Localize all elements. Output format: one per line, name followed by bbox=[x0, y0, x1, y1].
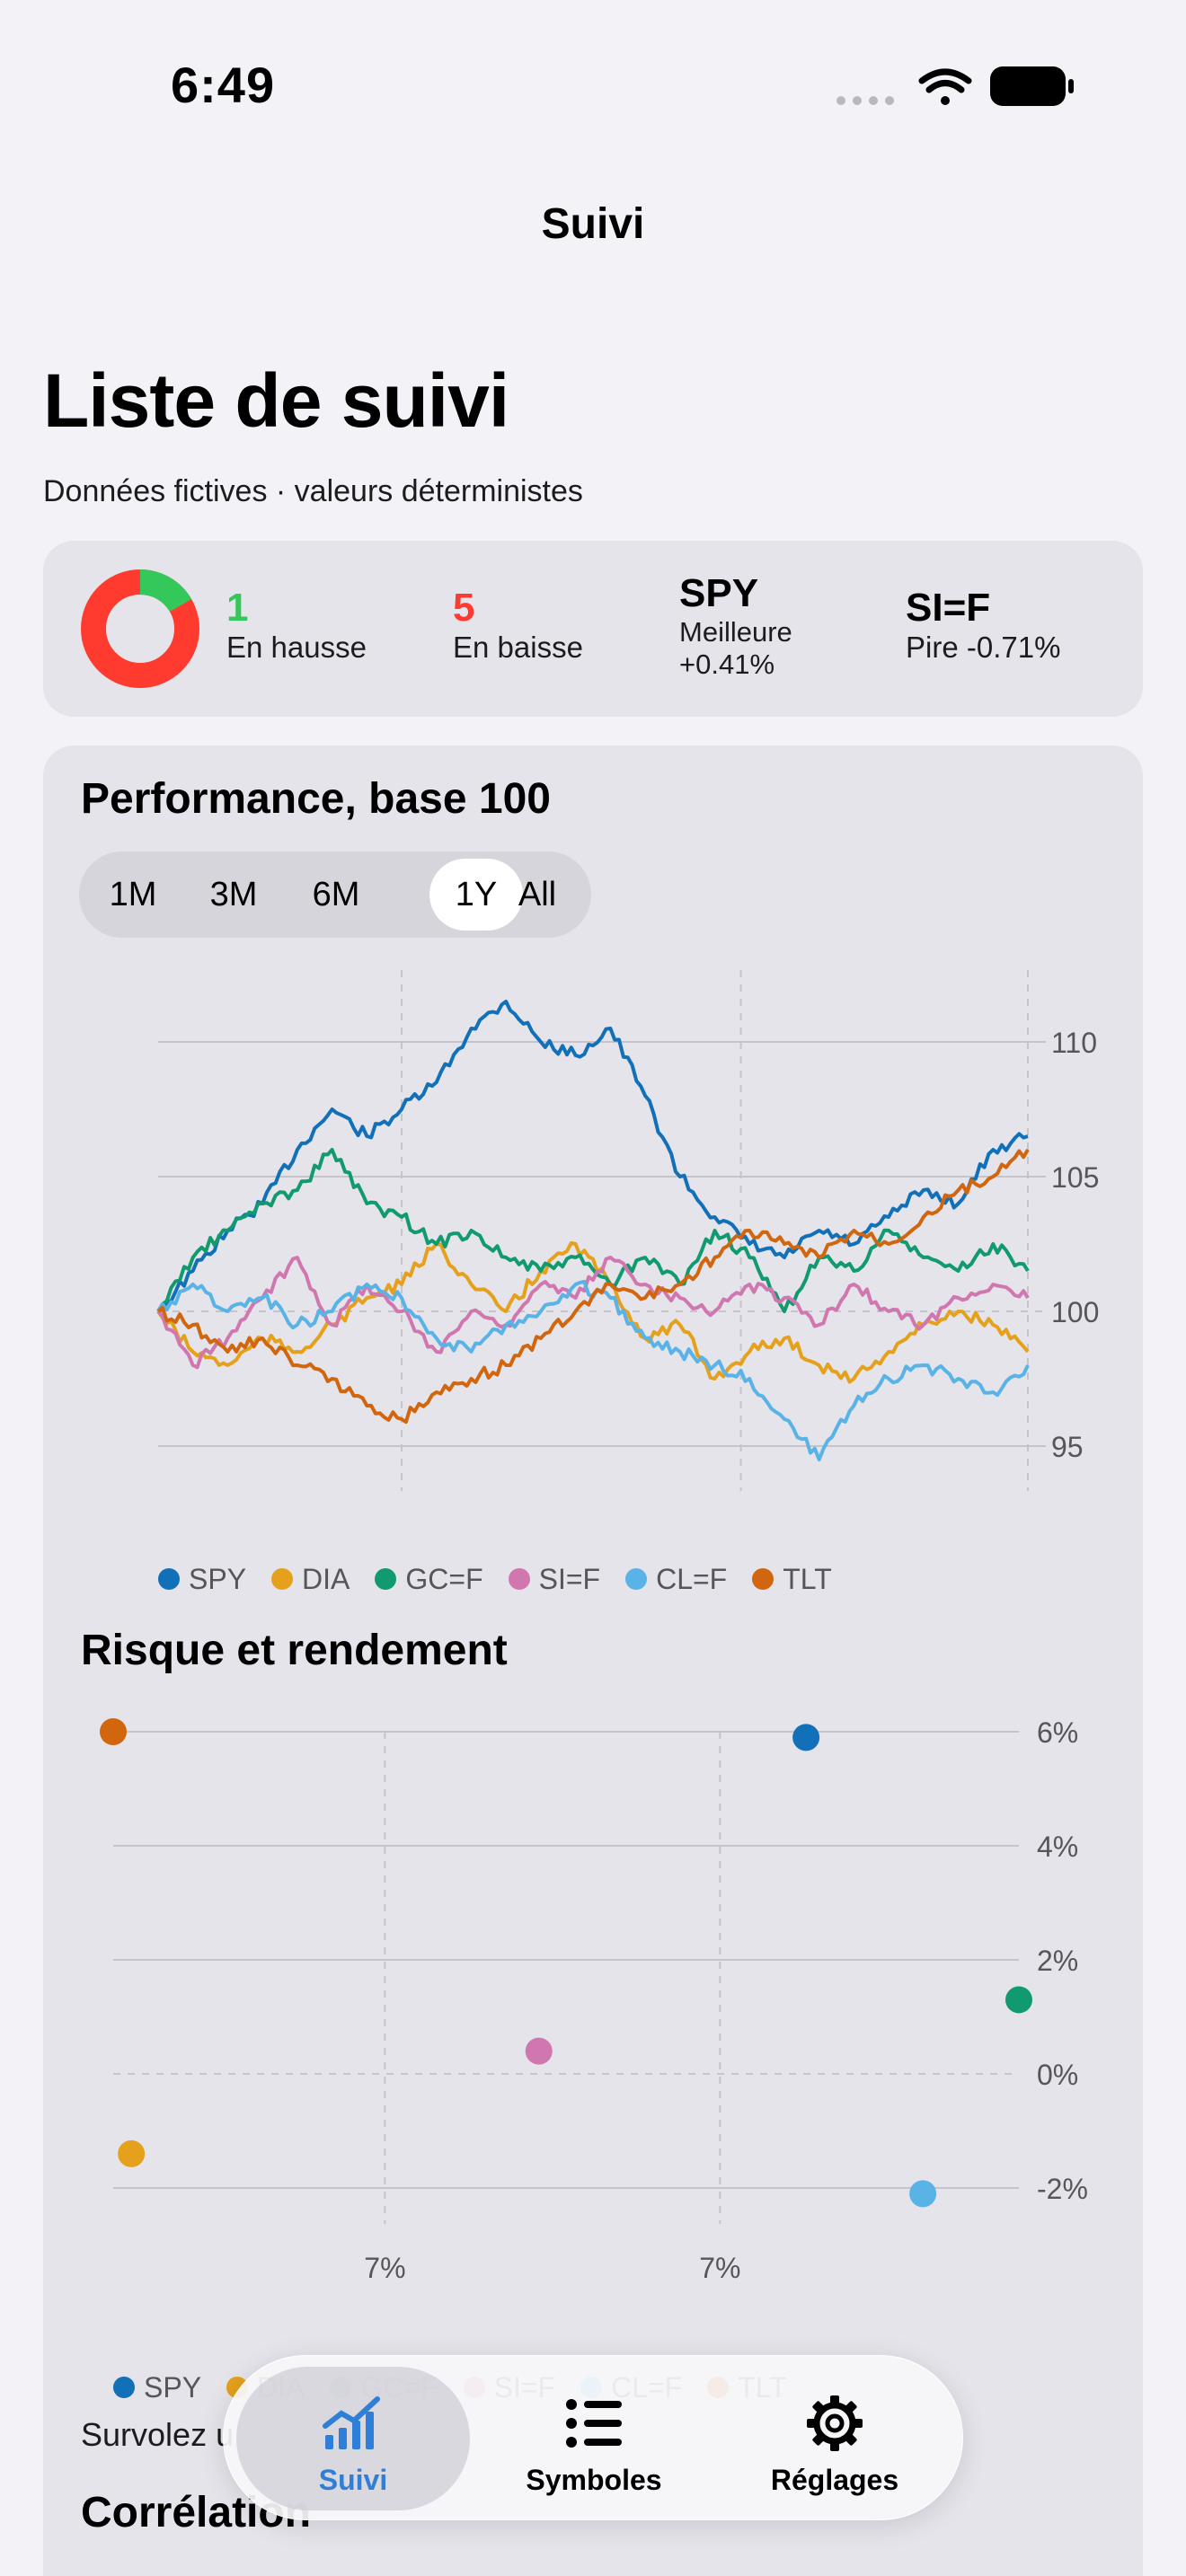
status-time: 6:49 bbox=[171, 57, 276, 113]
risk-x-tick: 7% bbox=[364, 2252, 405, 2284]
signal-icon bbox=[836, 96, 894, 105]
status-bar: 6:49 bbox=[0, 0, 1186, 171]
up-label: En hausse bbox=[226, 631, 367, 664]
risk-point-CL=F[interactable] bbox=[909, 2180, 937, 2208]
risk-point-DIA[interactable] bbox=[118, 2139, 146, 2167]
range-3m[interactable]: 3M bbox=[187, 859, 280, 931]
perf-x-tick: Jul 2026 bbox=[974, 1522, 1083, 1527]
tab-suivi-label: Suivi bbox=[318, 2464, 388, 2496]
page-subtitle: Données fictives · valeurs déterministes bbox=[43, 474, 583, 508]
legend-label: SPY bbox=[144, 2370, 202, 2404]
perf-legend-item: GC=F bbox=[375, 1562, 483, 1596]
perf-legend-item: SI=F bbox=[508, 1562, 601, 1596]
legend-swatch bbox=[508, 1568, 530, 1590]
legend-label: GC=F bbox=[405, 1562, 483, 1595]
legend-label: DIA bbox=[302, 1562, 350, 1595]
worst-label: Pire -0.71% bbox=[906, 631, 1061, 664]
perf-y-tick: 110 bbox=[1051, 1027, 1097, 1059]
chart-card: Performance, base 100 1M 3M 6M 1Y All 95… bbox=[43, 745, 1143, 2576]
performance-chart[interactable]: 95 100 105 110 Jan 2026 Apr 2026 Jul 2026 bbox=[43, 970, 1143, 1527]
legend-swatch bbox=[113, 2377, 135, 2398]
perf-legend-item: DIA bbox=[271, 1563, 350, 1596]
legend-label: SI=F bbox=[538, 1562, 601, 1595]
tab-bar: Suivi Symboles Réglages bbox=[223, 2355, 963, 2520]
range-1m[interactable]: 1M bbox=[86, 859, 180, 931]
down-count: 5 bbox=[453, 586, 475, 630]
worst-symbol: SI=F bbox=[906, 586, 991, 630]
risk-x-tick: 7% bbox=[699, 2252, 740, 2284]
stat-worst: SI=F Pire -0.71% bbox=[906, 586, 1060, 665]
performance-legend: SPY DIA GC=F SI=F CL=F TLT bbox=[158, 1561, 832, 1597]
legend-label: SPY bbox=[189, 1562, 247, 1595]
range-all[interactable]: All bbox=[491, 859, 584, 931]
list-icon bbox=[566, 2399, 622, 2448]
tab-reglages-label: Réglages bbox=[770, 2464, 899, 2496]
stat-down: 5 En baisse bbox=[453, 586, 583, 665]
range-selector: 1M 3M 6M 1Y All bbox=[79, 851, 591, 938]
up-count: 1 bbox=[226, 586, 249, 630]
perf-legend-item: SPY bbox=[158, 1563, 246, 1596]
risk-point-SI=F[interactable] bbox=[525, 2037, 553, 2065]
perf-x-tick: Jan 2026 bbox=[342, 1522, 461, 1527]
summary-card: 1 En hausse 5 En baisse SPY Meilleure +0… bbox=[43, 541, 1143, 717]
perf-legend-item: CL=F bbox=[625, 1563, 727, 1596]
tab-symboles-label: Symboles bbox=[526, 2464, 662, 2496]
down-label: En baisse bbox=[453, 631, 583, 664]
perf-x-tick: Apr 2026 bbox=[683, 1522, 800, 1527]
perf-y-tick: 100 bbox=[1051, 1296, 1099, 1328]
stat-best: SPY Meilleure +0.41% bbox=[679, 571, 792, 681]
wifi-icon bbox=[918, 68, 972, 105]
tab-reglages[interactable]: Réglages bbox=[718, 2367, 951, 2510]
risk-return-chart[interactable]: 6% 4% 2% 0% -2% 7% 7% bbox=[43, 1698, 1143, 2398]
risk-y-tick: -2% bbox=[1037, 2173, 1088, 2205]
risk-y-tick: 0% bbox=[1037, 2059, 1078, 2091]
legend-swatch bbox=[271, 1568, 294, 1590]
legend-label: CL=F bbox=[656, 1562, 728, 1595]
perf-series-GC=F bbox=[156, 1148, 1030, 1313]
perf-series-SI=F bbox=[156, 1256, 1030, 1370]
risk-point-SPY[interactable] bbox=[792, 1724, 820, 1751]
risk-point-TLT[interactable] bbox=[100, 1718, 127, 1745]
tab-symboles[interactable]: Symboles bbox=[477, 2367, 711, 2510]
legend-swatch bbox=[625, 1568, 648, 1590]
hover-hint: Survolez u bbox=[81, 2416, 235, 2453]
performance-title: Performance, base 100 bbox=[81, 775, 551, 823]
perf-y-tick: 105 bbox=[1051, 1161, 1099, 1194]
best-symbol: SPY bbox=[679, 571, 759, 615]
range-6m[interactable]: 6M bbox=[289, 859, 383, 931]
nav-title: Suivi bbox=[541, 200, 645, 248]
status-icons bbox=[836, 65, 1078, 110]
page-title: Liste de suivi bbox=[43, 358, 509, 443]
best-label: Meilleure bbox=[679, 616, 792, 648]
legend-label: TLT bbox=[783, 1562, 832, 1595]
risk-legend-item: SPY bbox=[113, 2371, 201, 2404]
legend-swatch bbox=[158, 1568, 180, 1590]
risk-y-tick: 2% bbox=[1037, 1945, 1078, 1977]
battery-icon bbox=[990, 66, 1074, 106]
up-down-donut bbox=[81, 569, 199, 688]
perf-legend-item: TLT bbox=[752, 1563, 832, 1596]
legend-swatch bbox=[375, 1568, 397, 1590]
risk-y-tick: 4% bbox=[1037, 1831, 1078, 1863]
risk-title: Risque et rendement bbox=[81, 1627, 508, 1674]
gear-icon bbox=[807, 2395, 863, 2451]
best-value: +0.41% bbox=[679, 648, 775, 680]
perf-y-tick: 95 bbox=[1051, 1431, 1084, 1463]
chart-icon bbox=[323, 2396, 380, 2449]
legend-swatch bbox=[752, 1568, 774, 1590]
risk-y-tick: 6% bbox=[1037, 1716, 1078, 1749]
risk-point-GC=F[interactable] bbox=[1005, 1986, 1032, 2014]
tab-suivi[interactable]: Suivi bbox=[236, 2367, 470, 2510]
stat-up: 1 En hausse bbox=[226, 586, 367, 665]
